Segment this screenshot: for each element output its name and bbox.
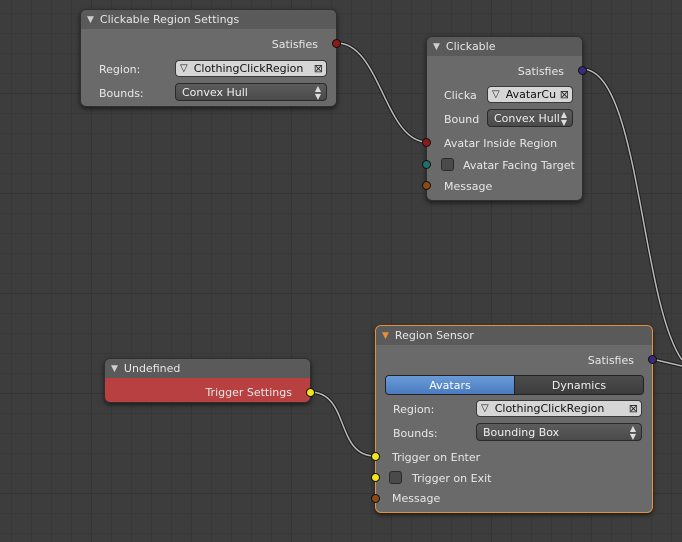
output-socket-satisfies[interactable] (648, 355, 657, 364)
bounds-value: Bounding Box (483, 425, 560, 439)
node-title: Clickable Region Settings (99, 13, 240, 26)
input-label-trigger-on-exit: Trigger on Exit (412, 472, 492, 485)
updown-arrows-icon: ▲ ▼ (560, 110, 567, 127)
node-region-sensor[interactable]: ▼ Region Sensor Satisfies Avatars Dynami… (371, 325, 657, 513)
clicka-label: Clicka (444, 89, 477, 102)
clear-icon[interactable]: ⊠ (314, 62, 323, 75)
node-header[interactable]: ▼ Clickable (427, 37, 582, 56)
collapse-triangle-icon[interactable]: ▼ (382, 331, 389, 341)
checkbox-trigger-on-exit[interactable] (389, 471, 402, 484)
collapse-triangle-icon[interactable]: ▼ (87, 15, 94, 25)
updown-arrows-icon: ▲ ▼ (314, 84, 321, 101)
tab-dynamics[interactable]: Dynamics (514, 376, 643, 394)
region-label: Region: (99, 63, 141, 76)
region-field[interactable]: ▽ ClothingClickRegion ⊠ (175, 60, 327, 77)
bound-dropdown[interactable]: Convex Hull ▲ ▼ (487, 109, 573, 127)
clear-icon[interactable]: ⊠ (560, 88, 569, 101)
region-label: Region: (393, 403, 435, 416)
output-socket-satisfies[interactable] (332, 39, 341, 48)
input-socket-trigger-on-exit[interactable] (371, 473, 380, 482)
input-label-trigger-on-enter: Trigger on Enter (392, 451, 481, 464)
output-label-satisfies: Satisfies (517, 64, 564, 78)
node-header[interactable]: ▼ Undefined (105, 359, 310, 378)
bounds-label: Bounds: (99, 87, 144, 100)
region-value: ClothingClickRegion (494, 402, 605, 415)
wire-crs-to-clickable (336, 41, 428, 144)
mode-tabs: Avatars Dynamics (385, 375, 644, 395)
input-label-message: Message (392, 492, 441, 505)
bounds-label: Bounds: (393, 427, 438, 440)
output-label-satisfies: Satisfies (587, 353, 634, 367)
node-title: Clickable (445, 40, 496, 53)
updown-arrows-icon: ▲ ▼ (629, 424, 636, 441)
input-socket-avatar-inside-region[interactable] (422, 138, 431, 147)
mesh-object-icon: ▽ (481, 403, 489, 414)
input-label-avatar-facing-target: Avatar Facing Target (463, 159, 575, 172)
clicka-field[interactable]: ▽ AvatarCu ⊠ (487, 86, 573, 103)
input-socket-message[interactable] (422, 181, 431, 190)
clicka-value: AvatarCu (505, 88, 557, 101)
node-header[interactable]: ▼ Clickable Region Settings (81, 10, 336, 29)
collapse-triangle-icon[interactable]: ▼ (433, 42, 440, 52)
bound-label: Bound (444, 113, 480, 126)
bounds-dropdown[interactable]: Bounding Box ▲ ▼ (476, 423, 642, 441)
node-header[interactable]: ▼ Region Sensor (376, 326, 652, 345)
input-socket-message[interactable] (371, 494, 380, 503)
input-label-avatar-inside-region: Avatar Inside Region (444, 137, 558, 150)
checkbox-avatar-facing-target[interactable] (441, 158, 454, 171)
output-label-trigger-settings: Trigger Settings (205, 386, 292, 399)
node-title: Undefined (123, 362, 181, 375)
input-socket-trigger-on-enter[interactable] (371, 452, 380, 461)
output-socket-satisfies[interactable] (578, 66, 587, 75)
tab-avatars[interactable]: Avatars (386, 376, 514, 394)
node-title: Region Sensor (394, 329, 474, 342)
bounds-dropdown[interactable]: Convex Hull ▲ ▼ (175, 83, 327, 101)
mesh-object-icon: ▽ (492, 89, 500, 100)
node-undefined[interactable]: ▼ Undefined Trigger Settings (104, 358, 315, 403)
output-label-satisfies: Satisfies (271, 37, 318, 51)
wire-clickable-out (581, 67, 682, 362)
input-label-message: Message (444, 180, 493, 193)
mesh-object-icon: ▽ (180, 63, 188, 74)
collapse-triangle-icon[interactable]: ▼ (111, 364, 118, 374)
node-clickable[interactable]: ▼ Clickable Satisfies Clicka ▽ AvatarCu … (422, 36, 587, 201)
clear-icon[interactable]: ⊠ (629, 402, 638, 415)
output-socket-trigger-settings[interactable] (306, 388, 315, 397)
region-field[interactable]: ▽ ClothingClickRegion ⊠ (476, 400, 642, 417)
node-clickable-region-settings[interactable]: ▼ Clickable Region Settings Satisfies Re… (80, 9, 341, 107)
wire-undefined-to-sensor (309, 390, 376, 458)
bounds-value: Convex Hull (182, 85, 248, 99)
bound-value: Convex Hull (494, 111, 560, 125)
region-value: ClothingClickRegion (193, 62, 304, 75)
input-socket-avatar-facing-target[interactable] (422, 160, 431, 169)
